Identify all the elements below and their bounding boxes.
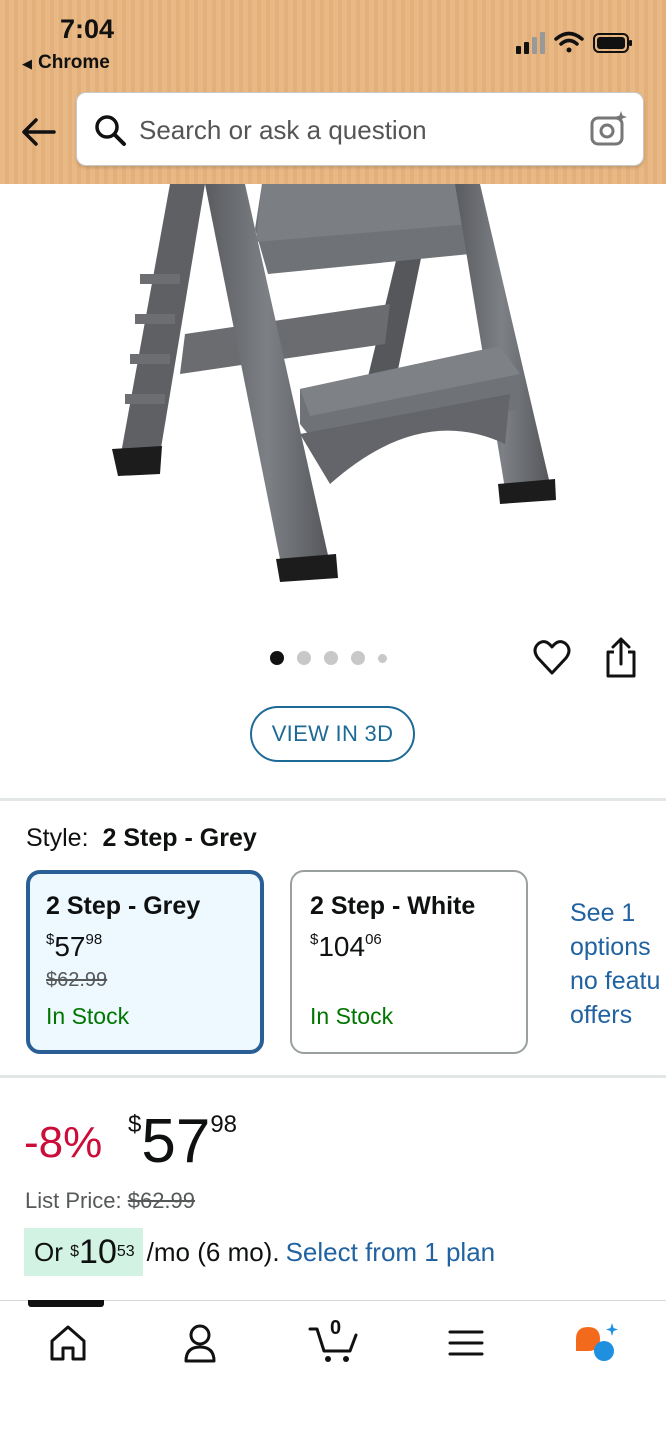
pagination-dot[interactable] xyxy=(297,651,311,665)
back-triangle-icon: ◀ xyxy=(22,56,32,71)
view-in-3d-button[interactable]: VIEW IN 3D xyxy=(250,706,415,762)
style-label: Style: xyxy=(26,824,89,852)
pagination-dot[interactable] xyxy=(351,651,365,665)
select-plan-link[interactable]: Select from 1 plan xyxy=(286,1237,496,1268)
option-stock: In Stock xyxy=(46,1003,130,1029)
discount-percent: -8% xyxy=(24,1118,103,1167)
search-bar[interactable] xyxy=(76,92,644,166)
search-icon[interactable] xyxy=(93,113,127,147)
battery-icon xyxy=(593,33,632,53)
option-name: 2 Step - Grey xyxy=(46,892,201,920)
option-stock: In Stock xyxy=(310,1003,394,1029)
nav-active-indicator xyxy=(28,1300,104,1307)
product-image[interactable] xyxy=(0,184,666,614)
product-page: 7:04 ◀ Chrome Search or ask a question V… xyxy=(0,0,666,1440)
status-back-label: Chrome xyxy=(38,52,110,73)
style-option-white[interactable]: 2 Step - White $10406 In Stock xyxy=(290,870,528,1054)
pagination-dot[interactable] xyxy=(324,651,338,665)
camera-sparkle-icon[interactable] xyxy=(589,109,629,149)
bottom-nav: 0 xyxy=(0,1300,666,1440)
status-back-app[interactable]: ◀ Chrome xyxy=(22,52,110,74)
status-time: 7:04 xyxy=(60,14,115,44)
left-arrow-icon[interactable] xyxy=(18,112,58,152)
cart-button[interactable]: 0 xyxy=(308,1317,360,1365)
menu-icon[interactable] xyxy=(442,1321,490,1365)
search-input[interactable] xyxy=(139,107,569,153)
account-icon[interactable] xyxy=(176,1321,224,1365)
home-icon[interactable] xyxy=(44,1321,92,1365)
signal-icon xyxy=(516,32,545,54)
cart-count: 0 xyxy=(330,1317,342,1339)
monthly-amount-badge: Or $10 53 xyxy=(24,1228,143,1276)
pagination-dot[interactable] xyxy=(378,653,387,663)
heart-icon[interactable] xyxy=(532,638,572,678)
style-option-grey[interactable]: 2 Step - Grey $5798 $62.99 In Stock xyxy=(26,870,264,1054)
header: 7:04 ◀ Chrome xyxy=(0,0,666,184)
option-list-price xyxy=(310,969,508,995)
option-list-price: $62.99 xyxy=(46,969,108,991)
status-icons xyxy=(516,31,632,54)
section-divider xyxy=(0,798,666,801)
style-selected-value: 2 Step - Grey xyxy=(102,824,257,852)
wifi-icon xyxy=(554,31,584,53)
see-more-options-link[interactable]: See 1 options no featu offers xyxy=(570,896,666,1032)
monthly-payment: Or $10 53 /mo (6 mo). Select from 1 plan xyxy=(24,1228,495,1276)
section-divider xyxy=(0,1075,666,1078)
monthly-suffix: /mo (6 mo). xyxy=(146,1236,280,1267)
pagination-dot-active[interactable] xyxy=(270,651,284,665)
rufus-assistant-icon[interactable] xyxy=(572,1321,620,1365)
image-pagination[interactable] xyxy=(270,651,387,665)
option-price: $5798 xyxy=(46,931,103,962)
style-selected-line: Style: 2 Step - Grey xyxy=(26,824,257,853)
share-icon[interactable] xyxy=(602,636,640,680)
option-name: 2 Step - White xyxy=(310,892,476,920)
option-price: $10406 xyxy=(310,931,382,962)
current-price: $5798 xyxy=(128,1107,238,1176)
list-price: List Price: $62.99 xyxy=(25,1188,196,1213)
